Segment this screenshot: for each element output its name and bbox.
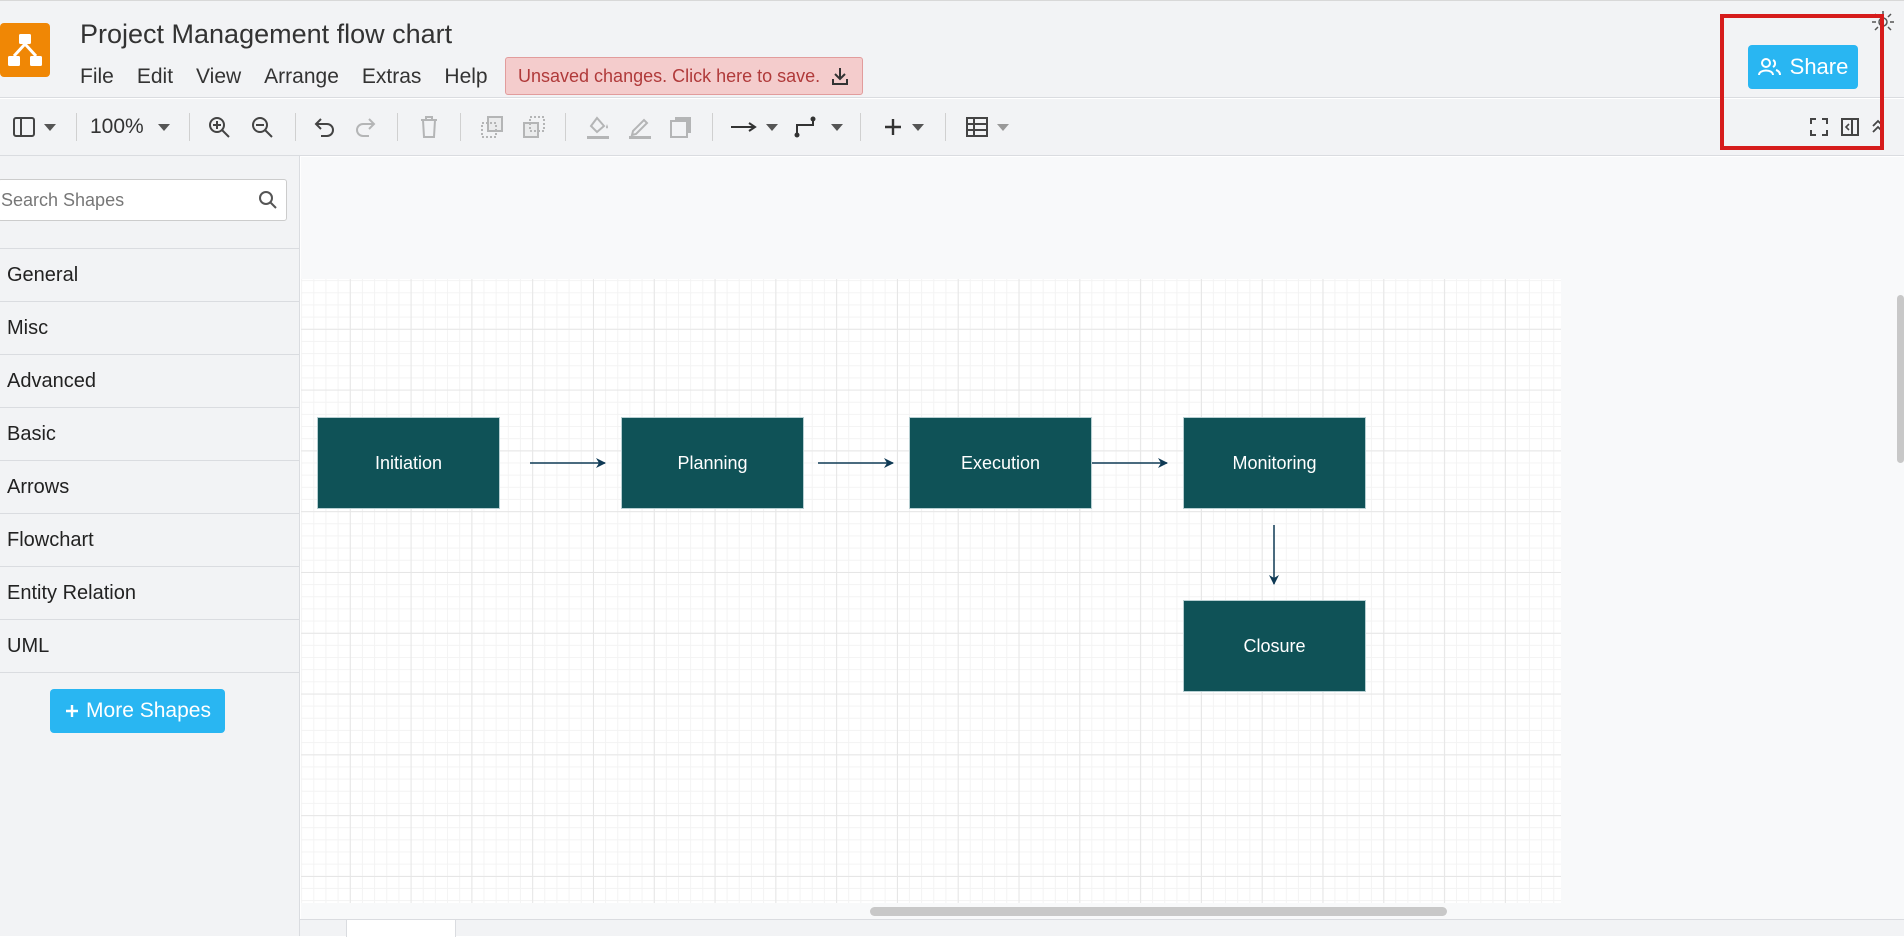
connection-style-button[interactable] xyxy=(730,113,778,141)
redo-icon xyxy=(356,118,376,137)
page-tabs-bar xyxy=(300,919,1904,937)
chevron-down-icon xyxy=(997,123,1009,131)
menu-edit[interactable]: Edit xyxy=(137,65,173,89)
share-label: Share xyxy=(1789,54,1849,79)
category-uml[interactable]: UML xyxy=(0,620,300,673)
waypoints-icon xyxy=(794,116,816,138)
shape-categories: General Misc Advanced Basic Arrows Flowc… xyxy=(0,248,300,673)
shadow-button[interactable] xyxy=(669,113,693,141)
diagram-canvas[interactable]: Initiation Planning Execution Monitoring… xyxy=(301,157,1904,919)
node-monitoring[interactable]: Monitoring xyxy=(1183,417,1366,509)
to-front-icon xyxy=(481,116,503,138)
share-button[interactable]: Share xyxy=(1748,45,1858,89)
redo-button[interactable] xyxy=(354,113,378,141)
undo-icon xyxy=(314,118,334,137)
format-panel-button[interactable] xyxy=(1840,113,1860,141)
table-icon xyxy=(966,117,988,137)
zoom-in-button[interactable] xyxy=(207,113,231,141)
line-color-icon xyxy=(629,118,651,139)
search-icon[interactable] xyxy=(258,190,278,210)
menu-view[interactable]: View xyxy=(196,65,241,89)
category-flowchart[interactable]: Flowchart xyxy=(0,514,300,567)
zoom-select[interactable]: 100% xyxy=(90,113,170,141)
drawio-logo-icon[interactable] xyxy=(0,23,50,77)
menu-extras[interactable]: Extras xyxy=(362,65,422,89)
category-basic[interactable]: Basic xyxy=(0,408,300,461)
fill-color-button[interactable] xyxy=(585,113,611,141)
to-back-button[interactable] xyxy=(522,113,546,141)
to-front-button[interactable] xyxy=(480,113,504,141)
menu-bar: File Edit View Arrange Extras Help xyxy=(80,65,511,89)
fullscreen-icon xyxy=(1810,118,1828,136)
more-shapes-label: More Shapes xyxy=(86,699,211,722)
horizontal-scrollbar[interactable] xyxy=(870,907,1447,916)
diagram-page[interactable]: Initiation Planning Execution Monitoring… xyxy=(301,279,1561,903)
toolbar: 100% xyxy=(0,99,1904,156)
collapse-icon xyxy=(1872,119,1884,133)
node-execution[interactable]: Execution xyxy=(909,417,1092,509)
category-misc[interactable]: Misc xyxy=(0,302,300,355)
node-planning[interactable]: Planning xyxy=(621,417,804,509)
theme-sun-icon[interactable] xyxy=(1870,9,1896,35)
more-shapes-button[interactable]: More Shapes xyxy=(50,689,225,733)
menu-arrange[interactable]: Arrange xyxy=(264,65,339,89)
share-people-icon xyxy=(1757,58,1781,76)
chevron-down-icon xyxy=(766,123,778,131)
download-icon xyxy=(832,68,849,85)
edges-layer xyxy=(530,458,1279,585)
shapes-sidebar: General Misc Advanced Basic Arrows Flowc… xyxy=(0,156,300,936)
plus-icon xyxy=(66,705,79,717)
chevron-down-icon xyxy=(831,123,843,131)
connection-arrow-icon xyxy=(731,122,757,132)
search-box xyxy=(0,179,287,221)
line-color-button[interactable] xyxy=(627,113,653,141)
insert-plus-icon xyxy=(885,119,901,135)
zoom-value: 100% xyxy=(90,115,144,138)
category-general[interactable]: General xyxy=(0,249,300,302)
node-closure[interactable]: Closure xyxy=(1183,600,1366,692)
menu-help[interactable]: Help xyxy=(444,65,487,89)
category-advanced[interactable]: Advanced xyxy=(0,355,300,408)
unsaved-changes-label: Unsaved changes. Click here to save. xyxy=(518,65,821,86)
zoom-out-button[interactable] xyxy=(250,113,274,141)
fill-color-icon xyxy=(587,116,609,139)
zoom-out-icon xyxy=(252,117,273,138)
table-button[interactable] xyxy=(965,113,1009,141)
fullscreen-button[interactable] xyxy=(1809,113,1829,141)
insert-button[interactable] xyxy=(882,113,924,141)
delete-button[interactable] xyxy=(418,113,440,141)
collapse-toolbar-button[interactable] xyxy=(1870,113,1886,141)
app-header: Project Management flow chart File Edit … xyxy=(0,0,1904,98)
category-arrows[interactable]: Arrows xyxy=(0,461,300,514)
undo-button[interactable] xyxy=(312,113,336,141)
format-panel-icon xyxy=(1841,118,1859,136)
menu-file[interactable]: File xyxy=(80,65,114,89)
sidebar-toggle-icon xyxy=(13,117,35,137)
chevron-down-icon xyxy=(44,123,56,131)
delete-icon xyxy=(421,116,437,138)
category-entity-relation[interactable]: Entity Relation xyxy=(0,567,300,620)
zoom-in-icon xyxy=(209,117,230,138)
document-title[interactable]: Project Management flow chart xyxy=(80,19,452,50)
sidebar-toggle-button[interactable] xyxy=(12,113,56,141)
page-tab[interactable] xyxy=(346,920,456,937)
chevron-down-icon xyxy=(912,123,924,131)
shadow-icon xyxy=(670,117,691,138)
node-initiation[interactable]: Initiation xyxy=(317,417,500,509)
unsaved-changes-button[interactable]: Unsaved changes. Click here to save. xyxy=(505,57,864,95)
waypoints-button[interactable] xyxy=(793,113,843,141)
vertical-scrollbar[interactable] xyxy=(1897,295,1904,463)
chevron-down-icon xyxy=(157,123,170,131)
to-back-icon xyxy=(523,116,545,138)
search-shapes-input[interactable] xyxy=(0,180,244,220)
